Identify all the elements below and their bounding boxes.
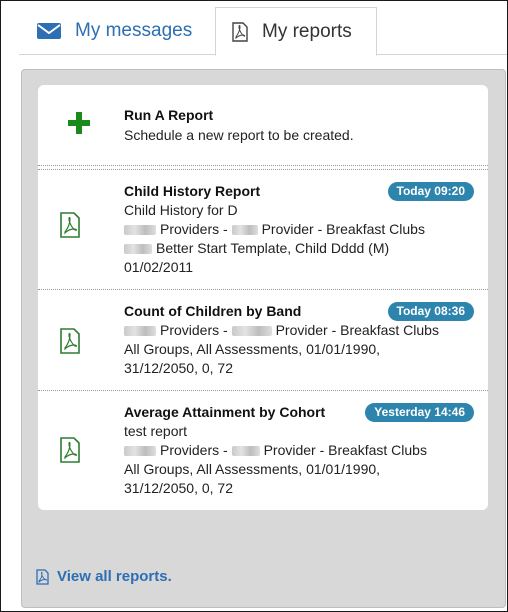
pdf-file-icon xyxy=(60,212,80,243)
report-params: All Groups, All Assessments, 01/01/1990, xyxy=(124,461,381,477)
provider-text: Providers - xyxy=(160,221,232,237)
reports-card: Run A Report Schedule a new report to be… xyxy=(38,85,488,510)
run-report-title: Run A Report xyxy=(124,107,214,123)
report-list: Today 09:20 Child History Report Child H… xyxy=(38,169,488,510)
envelope-icon xyxy=(37,23,61,39)
report-provider: Providers - Provider - Breakfast Clubs xyxy=(124,321,474,340)
reports-widget: My messages My reports Run A Report Sche… xyxy=(0,0,508,612)
provider-text: Provider - Breakfast Clubs xyxy=(263,442,427,458)
tab-my-messages-label: My messages xyxy=(75,20,193,41)
report-item[interactable]: Yesterday 14:46 Average Attainment by Co… xyxy=(38,391,488,510)
report-item[interactable]: Today 08:36 Count of Children by Band Pr… xyxy=(38,290,488,391)
redacted-text xyxy=(231,326,272,336)
report-timestamp-badge: Today 08:36 xyxy=(387,302,474,321)
view-all-reports-label: View all reports. xyxy=(57,568,172,585)
redacted-text xyxy=(231,446,260,456)
report-provider: Providers - Provider - Breakfast Clubs xyxy=(124,220,474,239)
report-params: All Groups, All Assessments, 01/01/1990, xyxy=(124,341,381,357)
report-item[interactable]: Today 09:20 Child History Report Child H… xyxy=(38,170,488,290)
redacted-text xyxy=(124,225,156,235)
pdf-file-icon xyxy=(60,328,80,359)
provider-text: Provider - Breakfast Clubs xyxy=(261,221,425,237)
report-date: 31/12/2050, 0, 72 xyxy=(124,360,233,376)
provider-text: Provider - Breakfast Clubs xyxy=(275,322,439,338)
redacted-text xyxy=(124,446,156,456)
run-report-subtitle: Schedule a new report to be created. xyxy=(124,127,354,143)
tab-bar: My messages My reports xyxy=(19,7,507,56)
view-all-reports-link[interactable]: View all reports. xyxy=(36,568,172,585)
tab-my-messages[interactable]: My messages xyxy=(19,7,215,55)
tab-my-reports[interactable]: My reports xyxy=(215,7,377,56)
provider-text: Providers - xyxy=(160,322,232,338)
report-params: Better Start Template, Child Dddd (M) xyxy=(124,239,474,258)
pdf-file-icon xyxy=(60,437,80,468)
report-timestamp-badge: Yesterday 14:46 xyxy=(365,403,474,422)
redacted-text xyxy=(124,244,152,254)
run-report-button[interactable]: Run A Report Schedule a new report to be… xyxy=(38,85,488,166)
params-text: Better Start Template, Child Dddd (M) xyxy=(156,240,390,256)
report-provider: Providers - Provider - Breakfast Clubs xyxy=(124,441,474,460)
reports-panel: Run A Report Schedule a new report to be… xyxy=(21,69,506,608)
pdf-file-icon xyxy=(36,568,49,585)
report-date: 31/12/2050, 0, 72 xyxy=(124,480,233,496)
redacted-text xyxy=(231,225,258,235)
provider-text: Providers - xyxy=(160,442,232,458)
report-timestamp-badge: Today 09:20 xyxy=(387,182,474,201)
tab-my-reports-label: My reports xyxy=(262,20,352,42)
report-date: 01/02/2011 xyxy=(124,259,194,275)
pdf-file-icon xyxy=(232,21,248,42)
plus-icon xyxy=(68,112,90,139)
redacted-text xyxy=(124,326,156,336)
report-description: test report xyxy=(124,423,188,439)
report-description: Child History for D xyxy=(124,202,238,218)
